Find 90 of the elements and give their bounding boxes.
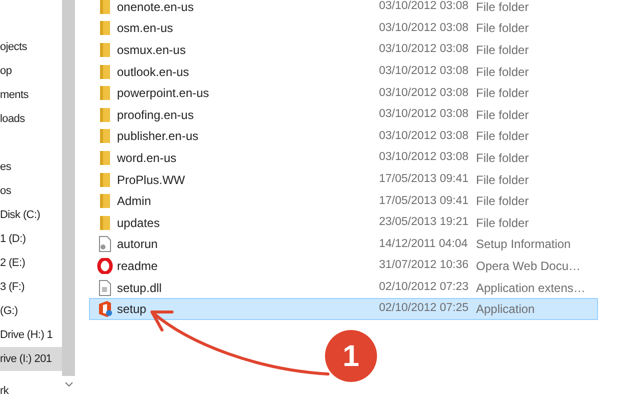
date-modified: 17/05/2013 09:41 [379, 194, 470, 209]
file-type: File folder [476, 128, 529, 146]
file-name: word.en-us [117, 150, 178, 167]
file-name: onenote.en-us [117, 0, 195, 16]
file-name: autorun [117, 236, 159, 254]
file-name: Admin [117, 193, 152, 210]
nav-item[interactable]: Drive (H:) 1 [0, 323, 62, 347]
date-modified: 03/10/2012 03:08 [379, 128, 470, 144]
file-row[interactable]: autorun 14/12/2011 04:04 Setup Information [89, 234, 598, 256]
file-row[interactable]: setup.dll 02/10/2012 07:23 Application extens… [89, 276, 598, 298]
scroll-down-icon[interactable] [64, 382, 72, 387]
date-modified: 02/10/2012 07:25 [379, 301, 470, 316]
file-name: publisher.en-us [117, 128, 200, 146]
file-name: osm.en-us [117, 20, 174, 38]
file-row[interactable]: osm.en-us 03/10/2012 03:08 File folder [89, 18, 598, 40]
file-row[interactable]: osmux.en-us 03/10/2012 03:08 File folder [89, 39, 598, 61]
file-row[interactable]: ProPlus.WW 17/05/2013 09:41 File folder [89, 168, 598, 190]
file-name: setup [117, 301, 148, 318]
nav-item[interactable]: loads [0, 107, 62, 131]
folder-icon [100, 172, 110, 187]
file-name: ProPlus.WW [117, 172, 186, 189]
nav-item[interactable]: (G:) [0, 299, 62, 323]
file-type: Opera Web Docu… [476, 258, 580, 275]
date-modified: 23/05/2013 19:21 [379, 215, 470, 230]
file-type: File folder [476, 214, 529, 232]
date-modified: 03/10/2012 03:08 [379, 20, 470, 36]
file-row[interactable]: onenote.en-us 03/10/2012 03:08 File folder [89, 0, 598, 18]
file-row[interactable]: publisher.en-us 03/10/2012 03:08 File folder [89, 126, 598, 148]
folder-icon [100, 86, 110, 100]
file-name: proofing.en-us [117, 106, 195, 124]
file-type: File folder [476, 193, 529, 210]
nav-item[interactable]: ojects [0, 35, 62, 59]
file-row[interactable]: Admin 17/05/2013 09:41 File folder [89, 190, 598, 212]
file-row[interactable]: proofing.en-us 03/10/2012 03:08 File folder [89, 104, 598, 126]
folder-icon [100, 42, 110, 57]
file-type: File folder [476, 64, 529, 81]
date-modified: 03/10/2012 03:08 [379, 150, 470, 166]
file-type: File folder [476, 0, 529, 16]
date-modified: 03/10/2012 03:08 [379, 42, 470, 58]
step-number-badge: 1 [325, 330, 377, 382]
nav-item[interactable]: ments [0, 83, 62, 107]
file-row[interactable]: word.en-us 03/10/2012 03:08 File folder [89, 147, 598, 169]
file-type: File folder [476, 172, 529, 189]
folder-icon [100, 194, 110, 208]
nav-item[interactable]: 2 (E:) [0, 251, 62, 275]
folder-icon [100, 129, 110, 144]
folder-icon [100, 108, 110, 122]
file-name: outlook.en-us [117, 64, 190, 81]
file-row[interactable]: powerpoint.en-us 03/10/2012 03:08 File folder [89, 82, 598, 104]
folder-icon [100, 216, 110, 230]
file-type: File folder [476, 42, 529, 59]
file-name: powerpoint.en-us [117, 85, 210, 102]
nav-item[interactable]: Disk (C:) [0, 203, 62, 227]
file-name: osmux.en-us [117, 42, 187, 59]
nav-item[interactable]: 3 (F:) [0, 275, 62, 299]
file-row[interactable]: outlook.en-us 03/10/2012 03:08 File folder [89, 60, 598, 82]
file-type: Application [476, 301, 535, 318]
date-modified: 02/10/2012 07:23 [379, 280, 470, 295]
file-name: readme [117, 258, 159, 275]
folder-icon [100, 0, 110, 14]
file-name: updates [117, 214, 161, 232]
nav-item[interactable]: 1 (D:) [0, 227, 62, 251]
letter-o-icon [96, 258, 112, 274]
file-icon [98, 280, 112, 296]
file-name: setup.dll [117, 280, 163, 297]
date-modified: 03/10/2012 03:08 [379, 0, 470, 14]
folder-icon [100, 21, 110, 36]
file-type: Application extens… [476, 280, 586, 297]
nav-item[interactable]: rive (I:) 201 [0, 347, 62, 371]
file-type: File folder [476, 150, 529, 167]
file-type: File folder [476, 106, 529, 124]
file-type: File folder [476, 85, 529, 102]
nav-item[interactable]: rk [0, 379, 62, 403]
nav-item[interactable]: op [0, 59, 62, 83]
date-modified: 03/10/2012 03:08 [379, 64, 470, 79]
file-type: File folder [476, 20, 529, 38]
file-row[interactable]: setup 02/10/2012 07:25 Application [89, 298, 598, 320]
file-row[interactable]: readme 31/07/2012 10:36 Opera Web Docu… [89, 255, 598, 277]
nav-item[interactable]: os [0, 179, 62, 203]
date-modified: 03/10/2012 03:08 [379, 107, 470, 122]
file-row[interactable]: updates 23/05/2013 19:21 File folder [89, 212, 598, 234]
file-type: Setup Information [476, 236, 571, 254]
date-modified: 31/07/2012 10:36 [379, 258, 470, 274]
nav-item[interactable]: es [0, 155, 62, 179]
date-modified: 14/12/2011 04:04 [379, 236, 469, 252]
date-modified: 17/05/2013 09:41 [379, 172, 470, 187]
date-modified: 03/10/2012 03:08 [379, 86, 470, 101]
folder-icon [100, 150, 110, 165]
scrollbar-thumb[interactable] [62, 0, 75, 376]
folder-icon [100, 64, 110, 79]
